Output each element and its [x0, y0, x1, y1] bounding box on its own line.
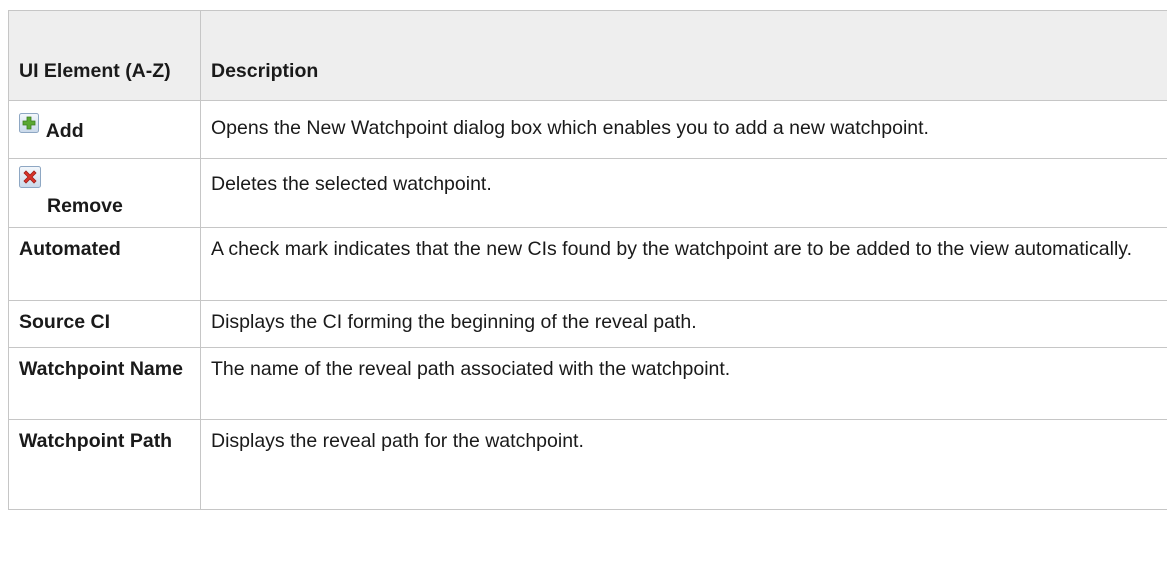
table-row: Watchpoint Name The name of the reveal p…: [8, 347, 1167, 420]
ui-element-label: Add: [45, 120, 84, 142]
ui-element-cell: Watchpoint Name: [8, 347, 201, 420]
ui-element-cell: Automated: [8, 227, 201, 301]
ui-element-label: Remove: [47, 195, 123, 217]
add-icon: [19, 113, 39, 133]
table-row: Source CI Displays the CI forming the be…: [8, 300, 1167, 348]
ui-element-cell: Source CI: [8, 300, 201, 348]
description-cell: Deletes the selected watchpoint.: [200, 158, 1167, 228]
description-cell: Displays the CI forming the beginning of…: [200, 300, 1167, 348]
table-header-row: UI Element (A-Z) Description: [8, 10, 1167, 101]
column-header-description: Description: [200, 10, 1167, 101]
table-row: Automated A check mark indicates that th…: [8, 227, 1167, 301]
ui-element-cell: Watchpoint Path: [8, 419, 201, 510]
ui-element-reference-table: UI Element (A-Z) Description Add Opens t…: [8, 10, 1167, 510]
table-row: Watchpoint Path Displays the reveal path…: [8, 419, 1167, 510]
description-cell: Opens the New Watchpoint dialog box whic…: [200, 100, 1167, 159]
description-cell: The name of the reveal path associated w…: [200, 347, 1167, 420]
column-header-ui-element: UI Element (A-Z): [8, 10, 201, 101]
remove-icon: [19, 166, 41, 188]
ui-element-cell: Remove: [8, 158, 201, 228]
table-row: Add Opens the New Watchpoint dialog box …: [8, 100, 1167, 159]
description-cell: Displays the reveal path for the watchpo…: [200, 419, 1167, 510]
description-cell: A check mark indicates that the new CIs …: [200, 227, 1167, 301]
ui-element-cell: Add: [8, 100, 201, 159]
table-row: Remove Deletes the selected watchpoint.: [8, 158, 1167, 228]
